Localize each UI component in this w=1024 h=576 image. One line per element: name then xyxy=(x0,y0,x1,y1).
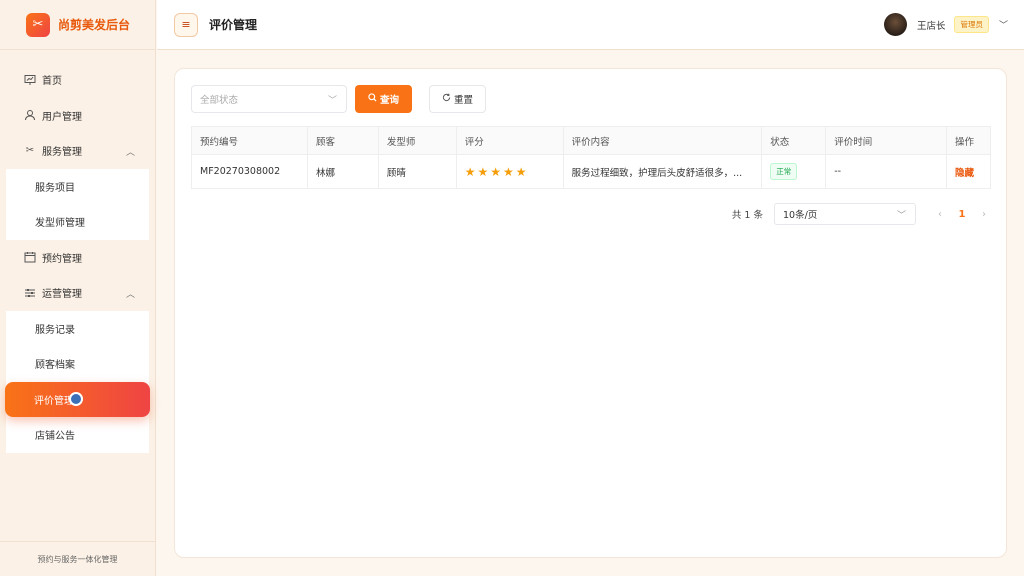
column-header: 评分 xyxy=(455,126,564,155)
status-select-placeholder: 全部状态 xyxy=(200,95,239,106)
sidebar-item-service-records[interactable]: 服务记录 xyxy=(6,311,149,347)
sidebar-item-service[interactable]: ✂ 服务管理 ︿ xyxy=(0,133,155,169)
page-size-value: 10条/页 xyxy=(783,210,818,221)
pagination: 共 1 条 10条/页 ﹀ ‹ 1 › xyxy=(732,203,994,225)
stylist-name: 顾晴 xyxy=(377,154,457,189)
search-icon xyxy=(368,93,377,105)
sidebar-item-label: 预约管理 xyxy=(42,253,82,265)
sidebar-item-label: 首页 xyxy=(42,76,62,88)
sidebar-item-service-items[interactable]: 服务项目 xyxy=(6,169,149,205)
status-select[interactable]: 全部状态 ﹀ xyxy=(191,85,347,113)
page-title: 评价管理 xyxy=(209,18,258,32)
prev-page-icon[interactable]: ‹ xyxy=(930,209,950,220)
table-row: MF20270308002 林娜 顾晴 ★★★★★ 服务过程细致，护理后头皮舒适… xyxy=(191,154,991,189)
brand-title: 尚剪美发后台 xyxy=(58,18,131,32)
search-button[interactable]: 查询 xyxy=(355,85,412,113)
sidebar-footer: 预约与服务一体化管理 xyxy=(0,541,155,576)
status-cell: 正常 xyxy=(761,154,827,189)
calendar-icon xyxy=(24,251,36,263)
submenu-operations: 服务记录 顾客档案 评价管理 店铺公告 xyxy=(5,310,150,453)
menu-toggle-button[interactable]: ≡ xyxy=(174,12,198,37)
sidebar-item-home[interactable]: 首页 xyxy=(0,62,155,98)
hamburger-icon: ≡ xyxy=(181,18,191,31)
cursor-indicator xyxy=(69,391,83,406)
sidebar-item-label: 用户管理 xyxy=(42,111,82,123)
chart-icon xyxy=(24,74,36,86)
sidebar-item-label: 服务管理 xyxy=(42,147,82,159)
role-badge: 管理员 xyxy=(954,16,989,33)
booking-number: MF20270308002 xyxy=(191,154,308,189)
column-header: 评价内容 xyxy=(562,126,763,155)
column-header: 预约编号 xyxy=(191,126,308,155)
sidebar-menu: 首页 用户管理 ✂ 服务管理 ︿ 服务项目 发型师管理 预约管理 运营管理 ︿ … xyxy=(0,50,155,453)
column-header: 发型师 xyxy=(377,126,457,155)
sidebar-item-notices[interactable]: 店铺公告 xyxy=(6,417,149,453)
user-icon xyxy=(24,109,36,121)
sidebar: ✂ 尚剪美发后台 首页 用户管理 ✂ 服务管理 ︿ 服务项目 发型师管理 预约管… xyxy=(0,0,156,576)
reset-button-label: 重置 xyxy=(453,95,473,106)
chevron-up-icon: ︿ xyxy=(126,290,136,300)
sidebar-item-label: 发型师管理 xyxy=(35,218,85,230)
brand: ✂ 尚剪美发后台 xyxy=(0,0,155,50)
status-badge: 正常 xyxy=(770,163,798,180)
sidebar-item-bookings[interactable]: 预约管理 xyxy=(0,240,155,276)
column-header: 操作 xyxy=(946,126,991,155)
sidebar-item-customer-files[interactable]: 顾客档案 xyxy=(6,346,149,382)
refresh-icon xyxy=(442,93,451,105)
reset-button[interactable]: 重置 xyxy=(429,85,486,113)
review-time: -- xyxy=(825,154,947,189)
user-name: 王店长 xyxy=(916,20,946,32)
user-menu[interactable]: 王店长 管理员 ﹀ xyxy=(883,13,1008,36)
review-content: 服务过程细致，护理后头皮舒适很多，... xyxy=(562,154,763,189)
sidebar-item-label: 服务项目 xyxy=(35,182,75,194)
column-header: 评价时间 xyxy=(825,126,947,155)
review-panel: 全部状态 ﹀ 查询 重置 预约编号 顾客 发型师 评分 评价内容 状态 评价时间… xyxy=(174,68,1007,558)
search-button-label: 查询 xyxy=(379,95,399,106)
sidebar-item-label: 店铺公告 xyxy=(35,431,75,443)
column-header: 状态 xyxy=(761,126,827,155)
scissors-icon: ✂ xyxy=(25,145,35,157)
sidebar-item-reviews[interactable]: 评价管理 xyxy=(5,381,150,417)
table-header-row: 预约编号 顾客 发型师 评分 评价内容 状态 评价时间 操作 xyxy=(191,126,991,155)
sidebar-item-users[interactable]: 用户管理 xyxy=(0,98,155,134)
page-size-select[interactable]: 10条/页 ﹀ xyxy=(774,203,916,225)
chevron-down-icon: ﹀ xyxy=(327,96,337,106)
filter-bar: 全部状态 ﹀ 查询 重置 xyxy=(191,85,486,113)
page-number[interactable]: 1 xyxy=(950,209,974,220)
sidebar-item-label: 评价管理 xyxy=(34,395,74,407)
chevron-up-icon: ︿ xyxy=(126,148,136,158)
total-count: 共 1 条 xyxy=(731,210,763,221)
submenu-service: 服务项目 发型师管理 xyxy=(6,168,149,240)
header: ≡ 评价管理 王店长 管理员 ﹀ xyxy=(157,0,1024,50)
next-page-icon[interactable]: › xyxy=(974,209,994,220)
sidebar-item-label: 服务记录 xyxy=(35,324,75,336)
sidebar-item-label: 顾客档案 xyxy=(35,360,75,372)
avatar[interactable] xyxy=(883,13,907,36)
column-header: 顾客 xyxy=(306,126,379,155)
review-table: 预约编号 顾客 发型师 评分 评价内容 状态 评价时间 操作 MF2027030… xyxy=(191,126,991,189)
action-cell: 隐藏 xyxy=(946,154,991,189)
chevron-down-icon[interactable]: ﹀ xyxy=(999,18,1008,31)
chevron-down-icon: ﹀ xyxy=(896,211,906,221)
sidebar-item-label: 运营管理 xyxy=(42,289,82,301)
sidebar-item-operations[interactable]: 运营管理 ︿ xyxy=(0,275,155,311)
sliders-icon xyxy=(24,287,36,299)
sidebar-item-stylists[interactable]: 发型师管理 xyxy=(6,204,149,240)
scissors-icon: ✂ xyxy=(26,12,50,37)
hide-review-link[interactable]: 隐藏 xyxy=(955,168,974,179)
customer-name: 林娜 xyxy=(306,154,379,189)
rating-stars: ★★★★★ xyxy=(464,164,529,179)
rating: ★★★★★ xyxy=(455,154,564,189)
